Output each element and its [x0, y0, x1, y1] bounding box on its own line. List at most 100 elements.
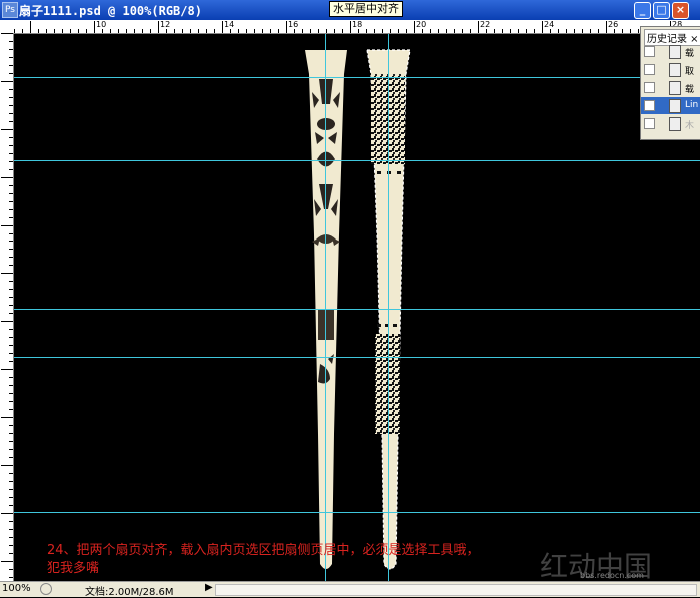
horizontal-guide[interactable]	[14, 309, 700, 310]
ruler-tick	[398, 29, 399, 33]
horizontal-scrollbar[interactable]	[215, 584, 697, 596]
tutorial-caption-line1: 24、把两个扇页对齐，载入扇内页选区把扇侧页居中，必须是选择工具哦，	[47, 543, 480, 558]
ruler-label: 20	[416, 20, 427, 29]
watermark-url: bbs.redocn.com	[580, 571, 644, 580]
vertical-guide[interactable]	[388, 34, 389, 581]
status-bar: 100% 文档:2.00M/28.6M ▶	[0, 581, 700, 598]
ruler-tick	[190, 29, 191, 33]
ruler-tick	[238, 29, 239, 33]
history-snapshot-checkbox[interactable]	[644, 118, 655, 129]
ruler-tick	[486, 29, 487, 33]
ruler-tick	[1, 369, 13, 370]
ruler-tick	[9, 153, 13, 154]
ruler-tick	[470, 29, 471, 33]
ruler-tick	[9, 121, 13, 122]
ruler-tick	[550, 29, 551, 33]
status-menu-arrow-icon[interactable]: ▶	[205, 582, 213, 593]
ruler-tick	[310, 29, 311, 33]
ruler-tick	[9, 497, 13, 498]
ruler-tick	[414, 21, 415, 33]
history-step-icon	[669, 117, 681, 131]
minimize-button[interactable]: _	[634, 2, 651, 19]
ruler-corner[interactable]	[0, 20, 15, 34]
ruler-label: 16	[288, 20, 299, 29]
horizontal-guide[interactable]	[14, 357, 700, 358]
ruler-tick	[1, 33, 13, 34]
history-item-selected[interactable]: Lin	[641, 97, 700, 114]
ruler-tick	[510, 29, 511, 33]
ruler-tick	[9, 345, 13, 346]
ruler-tick	[1, 225, 13, 226]
ruler-tick	[9, 113, 13, 114]
history-step-icon	[669, 81, 681, 95]
ruler-tick	[526, 29, 527, 33]
history-item-label: 取	[685, 67, 695, 77]
history-snapshot-checkbox[interactable]	[644, 82, 655, 93]
history-panel[interactable]: 历史记录 × 载 取 载 Lin 木	[640, 26, 700, 140]
history-snapshot-checkbox[interactable]	[644, 46, 655, 57]
ruler-tick	[86, 29, 87, 33]
history-item[interactable]: 载	[641, 79, 700, 96]
maximize-button[interactable]: □	[653, 2, 670, 19]
history-snapshot-checkbox[interactable]	[644, 100, 655, 111]
close-button[interactable]: ×	[672, 2, 689, 19]
ruler-tick	[582, 29, 583, 33]
ruler-tick	[246, 29, 247, 33]
horizontal-guide[interactable]	[14, 512, 700, 513]
ruler-tick	[9, 385, 13, 386]
history-item-label: 载	[685, 49, 695, 59]
horizontal-guide[interactable]	[14, 77, 700, 78]
ruler-tick	[566, 29, 567, 33]
ruler-tick	[9, 313, 13, 314]
ruler-tick	[9, 241, 13, 242]
horizontal-guide[interactable]	[14, 160, 700, 161]
ruler-tick	[638, 29, 639, 33]
ruler-tick	[9, 161, 13, 162]
history-step-icon	[669, 63, 681, 77]
ruler-tick	[9, 289, 13, 290]
ruler-tick	[14, 29, 15, 33]
horizontal-ruler[interactable]: 1012141618202224262830	[14, 20, 700, 34]
ruler-tick	[598, 29, 599, 33]
ruler-tick	[302, 29, 303, 33]
zoom-level[interactable]: 100%	[2, 583, 31, 594]
ruler-tick	[286, 21, 287, 33]
ruler-tick	[358, 29, 359, 33]
document-canvas[interactable]	[14, 34, 700, 581]
ruler-tick	[1, 417, 13, 418]
ruler-tick	[334, 29, 335, 33]
vertical-ruler[interactable]	[0, 33, 14, 581]
vertical-guide[interactable]	[325, 34, 326, 581]
ruler-tick	[9, 257, 13, 258]
ruler-tick	[150, 29, 151, 33]
navigator-icon[interactable]	[40, 583, 52, 595]
ruler-tick	[590, 29, 591, 33]
ruler-tick	[9, 209, 13, 210]
ruler-tick	[422, 29, 423, 33]
ruler-tick	[9, 233, 13, 234]
ruler-tick	[374, 29, 375, 33]
history-item[interactable]: 载	[641, 43, 700, 60]
history-snapshot-checkbox[interactable]	[644, 64, 655, 75]
ruler-tick	[54, 29, 55, 33]
history-step-icon	[669, 99, 681, 113]
ruler-tick	[62, 29, 63, 33]
ruler-tick	[622, 29, 623, 33]
history-item[interactable]: 木	[641, 115, 700, 132]
ruler-tick	[9, 537, 13, 538]
ruler-tick	[502, 29, 503, 33]
history-item[interactable]: 取	[641, 61, 700, 78]
ruler-tick	[9, 57, 13, 58]
ruler-tick	[1, 465, 13, 466]
ruler-tick	[38, 29, 39, 33]
ruler-tick	[430, 29, 431, 33]
ruler-tick	[9, 217, 13, 218]
ruler-tick	[9, 65, 13, 66]
ruler-label: 24	[544, 20, 555, 29]
fan-artwork	[305, 49, 411, 570]
ruler-tick	[270, 29, 271, 33]
ruler-tick	[198, 29, 199, 33]
ruler-tick	[230, 29, 231, 33]
ruler-tick	[9, 425, 13, 426]
ruler-tick	[454, 29, 455, 33]
